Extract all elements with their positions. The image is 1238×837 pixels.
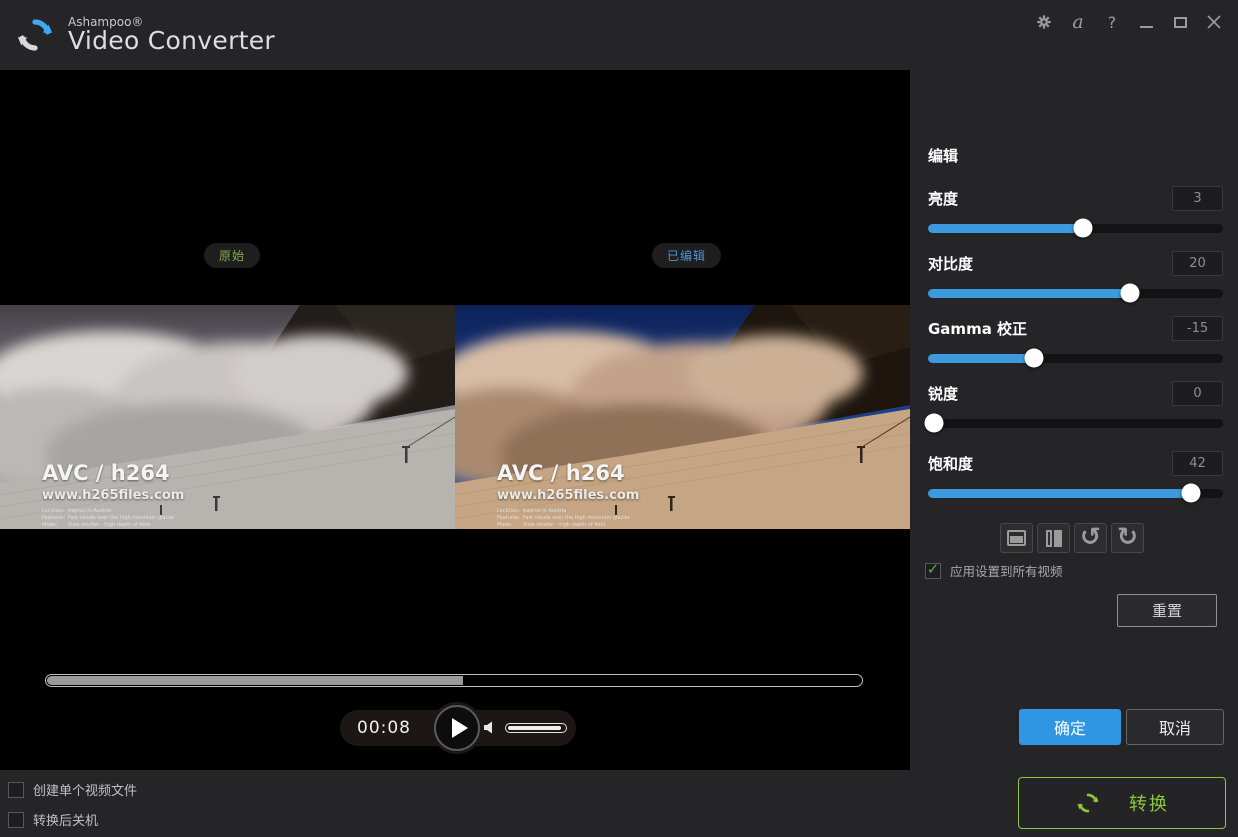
comparison-frames: AVC / h264 www.h265files.com Location:Ka… <box>0 305 910 529</box>
slider-group-sharpness: 锐度 <box>928 380 1223 433</box>
meta-overlay: Location:Kaprun in Austria Features:Fast… <box>42 508 175 529</box>
gamma-label: Gamma 校正 <box>928 318 1027 339</box>
slider-group-brightness: 亮度 <box>928 185 1223 238</box>
split-vertical-button[interactable] <box>1037 523 1070 553</box>
close-icon <box>1207 15 1221 29</box>
rotate-left-icon: ↺ <box>1080 524 1101 549</box>
sharpness-value-input[interactable] <box>1172 381 1223 406</box>
brand-block: Ashampoo® Video Converter <box>68 16 275 55</box>
codec-overlay: AVC / h264 <box>42 461 170 485</box>
slider-group-saturation: 饱和度 <box>928 450 1223 503</box>
edit-panel: 编辑 亮度 对比度 Gam <box>910 70 1238 770</box>
website-overlay: www.h265files.com <box>42 488 184 503</box>
slider-fill <box>928 224 1083 233</box>
gamma-value-input[interactable] <box>1172 316 1223 341</box>
brightness-slider-thumb[interactable] <box>1073 219 1092 238</box>
cancel-button[interactable]: 取消 <box>1126 709 1224 745</box>
seek-bar[interactable] <box>45 674 863 687</box>
maximize-icon <box>1174 17 1187 28</box>
brightness-label: 亮度 <box>928 188 958 209</box>
volume-slider[interactable] <box>505 723 567 733</box>
meta-overlay: Location:Kaprun in Austria Features:Fast… <box>497 508 630 529</box>
player-controls: 00:08 <box>340 710 576 746</box>
brightness-slider[interactable] <box>928 220 1223 238</box>
checkbox-box: ✓ <box>8 782 24 798</box>
split-vertical-icon <box>1046 530 1062 547</box>
slider-group-gamma: Gamma 校正 <box>928 315 1223 368</box>
website-overlay: www.h265files.com <box>497 488 639 503</box>
maximize-button[interactable] <box>1170 12 1190 32</box>
slider-track <box>928 419 1223 428</box>
close-button[interactable] <box>1204 12 1224 32</box>
convert-sync-icon <box>1075 790 1101 816</box>
apply-all-label: 应用设置到所有视频 <box>950 561 1063 580</box>
video-preview-area: 原始 已编辑 <box>0 70 910 770</box>
edited-badge: 已编辑 <box>652 243 721 268</box>
panel-heading: 编辑 <box>928 145 958 166</box>
shutdown-after-checkbox[interactable]: ✓ 转换后关机 <box>8 810 98 829</box>
saturation-value-input[interactable] <box>1172 451 1223 476</box>
slider-fill <box>928 354 1034 363</box>
contrast-value-input[interactable] <box>1172 251 1223 276</box>
checkbox-box: ✓ <box>8 812 24 828</box>
minimize-button[interactable] <box>1136 12 1156 32</box>
split-horizontal-icon <box>1007 530 1026 546</box>
codec-overlay: AVC / h264 <box>497 461 625 485</box>
rotate-left-button[interactable]: ↺ <box>1074 523 1107 553</box>
check-icon: ✓ <box>927 562 940 577</box>
help-icon[interactable]: ? <box>1102 12 1122 32</box>
sharpness-slider[interactable] <box>928 415 1223 433</box>
convert-label: 转换 <box>1129 790 1169 816</box>
split-horizontal-button[interactable] <box>1000 523 1033 553</box>
edited-frame: AVC / h264 www.h265files.com Location:Ka… <box>455 305 910 529</box>
app-logo-icon <box>14 14 56 56</box>
single-file-label: 创建单个视频文件 <box>33 780 137 799</box>
apply-all-checkbox[interactable]: ✓ 应用设置到所有视频 <box>925 561 1063 580</box>
shutdown-after-label: 转换后关机 <box>33 810 98 829</box>
gamma-slider[interactable] <box>928 350 1223 368</box>
brightness-value-input[interactable] <box>1172 186 1223 211</box>
language-icon[interactable]: a <box>1068 12 1088 32</box>
contrast-slider[interactable] <box>928 285 1223 303</box>
convert-button[interactable]: 转换 <box>1018 777 1226 829</box>
single-file-checkbox[interactable]: ✓ 创建单个视频文件 <box>8 780 137 799</box>
contrast-slider-thumb[interactable] <box>1121 284 1140 303</box>
original-badge: 原始 <box>204 243 260 268</box>
rotate-right-button[interactable]: ↻ <box>1111 523 1144 553</box>
footer-bar: ✓ 创建单个视频文件 ✓ 转换后关机 转换 <box>0 770 1238 837</box>
slider-group-contrast: 对比度 <box>928 250 1223 303</box>
ok-button[interactable]: 确定 <box>1019 709 1121 745</box>
app-window: Ashampoo® Video Converter a ? <box>0 0 1238 837</box>
titlebar-controls: a ? <box>1034 10 1224 34</box>
slider-fill <box>928 289 1130 298</box>
play-icon <box>452 718 468 738</box>
slider-fill <box>928 489 1191 498</box>
settings-gear-icon[interactable] <box>1034 12 1054 32</box>
app-title: Video Converter <box>68 28 275 54</box>
saturation-slider[interactable] <box>928 485 1223 503</box>
contrast-label: 对比度 <box>928 253 973 274</box>
gamma-slider-thumb[interactable] <box>1025 349 1044 368</box>
speaker-icon <box>483 721 496 734</box>
seek-fill <box>47 676 463 685</box>
transform-tools: ↺ ↻ <box>1000 523 1144 553</box>
saturation-label: 饱和度 <box>928 453 973 474</box>
sharpness-label: 锐度 <box>928 383 958 404</box>
titlebar: Ashampoo® Video Converter a ? <box>0 0 1238 70</box>
rotate-right-icon: ↻ <box>1117 524 1138 549</box>
saturation-slider-thumb[interactable] <box>1181 484 1200 503</box>
sharpness-slider-thumb[interactable] <box>924 414 943 433</box>
original-frame: AVC / h264 www.h265files.com Location:Ka… <box>0 305 455 529</box>
volume-fill <box>508 726 561 730</box>
play-button[interactable] <box>434 705 480 751</box>
playback-time: 00:08 <box>357 718 411 738</box>
minimize-icon <box>1140 26 1153 28</box>
checkbox-box: ✓ <box>925 563 941 579</box>
reset-button[interactable]: 重置 <box>1117 594 1217 627</box>
